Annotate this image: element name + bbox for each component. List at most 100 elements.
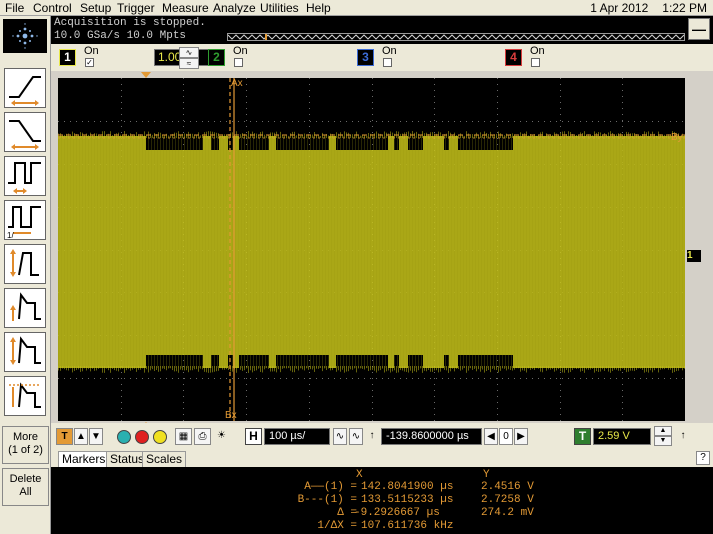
maximum-icon (9, 382, 41, 408)
channel-bar: 1 On ✓ 1.00 V/ ∿ ≈ 2 On 3 On 4 On (51, 44, 713, 71)
amplitude-icon (10, 292, 41, 321)
controls-bar: T ▲ ▼ ▦ ⎙ ☀ H 100 µs/ ∿ ∿ ↑ -139.8600000… (51, 423, 713, 450)
channel-2-on-label: On (233, 45, 248, 57)
menu-file[interactable]: File (5, 1, 24, 15)
channel-4-on-label: On (530, 45, 545, 57)
more-button[interactable]: More (1 of 2) (2, 426, 49, 464)
waveform-icon[interactable]: ∿ (349, 428, 363, 445)
trigger-level-down-button[interactable]: ▼ (654, 436, 672, 446)
delete-sub-label: All (19, 486, 32, 498)
time-text: 1:22 PM (662, 1, 707, 15)
trigger-slope-icon[interactable]: ↑ (677, 428, 689, 445)
marker-delta-y: 274.2 mV (481, 507, 534, 519)
trigger-rising-edge-button[interactable] (4, 68, 46, 108)
run-button[interactable] (117, 430, 131, 444)
menu-measure[interactable]: Measure (162, 1, 209, 15)
waveform-overview[interactable] (227, 33, 685, 41)
brightness-icon[interactable]: ☀ (213, 428, 230, 445)
channel-1-on-label: On (84, 45, 99, 57)
clock: 1 Apr 2012 1:22 PM (576, 1, 707, 15)
peak-to-peak-button[interactable] (4, 332, 46, 372)
delete-all-button[interactable]: Delete All (2, 468, 49, 506)
trigger-level-field[interactable]: 2.59 V (593, 428, 651, 445)
channel-1-coupling-button[interactable]: ∿ (179, 47, 199, 58)
channel-4-button[interactable]: 4 (505, 49, 522, 66)
keysight-logo-icon[interactable] (3, 19, 47, 53)
channel-4-checkbox[interactable] (531, 58, 540, 67)
marker-delta-label: Δ = (337, 507, 357, 519)
channel-1-checkbox[interactable]: ✓ (85, 58, 94, 67)
marker-ax-label[interactable]: Ax (231, 78, 243, 89)
channel-1-invert-button[interactable]: ≈ (179, 58, 199, 69)
zoom-icon[interactable]: ∿ (333, 428, 347, 445)
more-sub-label: (1 of 2) (8, 444, 43, 456)
markers-panel: X Y A——(1) = 142.8041900 µs 2.4516 V B--… (51, 467, 713, 534)
channel-3-checkbox[interactable] (383, 58, 392, 67)
channel-3-button[interactable]: 3 (357, 49, 374, 66)
pulse-width-button[interactable] (4, 156, 46, 196)
tab-bar: Markers Status Scales ? (51, 450, 713, 467)
print-icon[interactable]: ⎙ (194, 428, 211, 445)
channel-ref-label: 1 (687, 250, 693, 261)
channel-3-on-label: On (382, 45, 397, 57)
channel-2-button[interactable]: 2 (208, 49, 225, 66)
minimize-label: — (692, 21, 706, 37)
channel-2-checkbox[interactable] (234, 58, 243, 67)
marker-a-label: A——(1) = (304, 481, 357, 493)
delay-field[interactable]: -139.8600000 µs (381, 428, 482, 445)
markers-col-y: Y (483, 469, 490, 481)
horizontal-button[interactable]: H (245, 428, 262, 445)
timebase-field[interactable]: 100 µs/ (264, 428, 330, 445)
trigger-level-up-button[interactable]: ▲ (654, 426, 672, 436)
stop-button[interactable] (135, 430, 149, 444)
menu-analyze[interactable]: Analyze (213, 1, 256, 15)
tab-markers[interactable]: Markers (58, 451, 110, 467)
channel-1-button[interactable]: 1 (59, 49, 76, 66)
marker-b-label: B---(1) = (297, 494, 357, 506)
svg-text:1/: 1/ (7, 231, 14, 239)
waveform-display[interactable]: Ax Bx By (58, 78, 685, 421)
help-button[interactable]: ? (696, 451, 710, 465)
menu-setup[interactable]: Setup (80, 1, 111, 15)
trigger-falling-edge-button[interactable] (4, 112, 46, 152)
trigger-position-icon (141, 72, 151, 78)
marker-b-x: 133.5115233 µs (361, 494, 454, 506)
marker-bx-label[interactable]: Bx (225, 410, 237, 421)
marker-a-y: 2.4516 V (481, 481, 534, 493)
tab-scales[interactable]: Scales (142, 451, 187, 467)
menu-trigger[interactable]: Trigger (117, 1, 155, 15)
delay-reference-icon: ↑ (369, 430, 375, 441)
delay-zero-button[interactable]: 0 (499, 428, 513, 445)
channel-1-ground-marker[interactable]: 1 (687, 250, 701, 262)
single-button[interactable] (153, 430, 167, 444)
minimize-button[interactable]: — (688, 18, 710, 40)
menu-bar: File Control Setup Trigger Measure Analy… (0, 0, 713, 16)
delay-left-button[interactable]: ◀ (484, 428, 498, 445)
falling-edge-icon (9, 120, 41, 150)
menu-help[interactable]: Help (306, 1, 331, 15)
period-button[interactable]: 1/ (4, 200, 46, 240)
markers-col-x: X (356, 469, 363, 481)
acq-status-text: Acquisition is stopped. (54, 17, 206, 29)
maximum-button[interactable] (4, 376, 46, 416)
autoscale-icon[interactable]: ▦ (175, 428, 192, 445)
rise-time-icon (10, 249, 39, 277)
marker-by-label[interactable]: By (671, 132, 683, 143)
date-text: 1 Apr 2012 (590, 1, 649, 15)
pulse-width-icon (8, 162, 41, 194)
delay-right-button[interactable]: ▶ (514, 428, 528, 445)
trigger-button[interactable]: T (574, 428, 591, 445)
left-toolbar: 1/ More (1 of 2) Delete All (0, 16, 51, 534)
trigger-marker-toggle[interactable]: T (56, 428, 73, 445)
rise-time-button[interactable] (4, 244, 46, 284)
amplitude-button[interactable] (4, 288, 46, 328)
marker-inv-delta-x: 107.611736 kHz (361, 520, 454, 532)
peak-to-peak-icon (10, 336, 41, 365)
menu-utilities[interactable]: Utilities (260, 1, 299, 15)
scroll-down-button[interactable]: ▼ (89, 428, 103, 445)
menu-control[interactable]: Control (33, 1, 72, 15)
period-icon: 1/ (7, 206, 41, 240)
delete-label: Delete (9, 473, 42, 485)
sample-rate-text: 10.0 GSa/s 10.0 Mpts (54, 30, 187, 42)
scroll-up-button[interactable]: ▲ (74, 428, 88, 445)
